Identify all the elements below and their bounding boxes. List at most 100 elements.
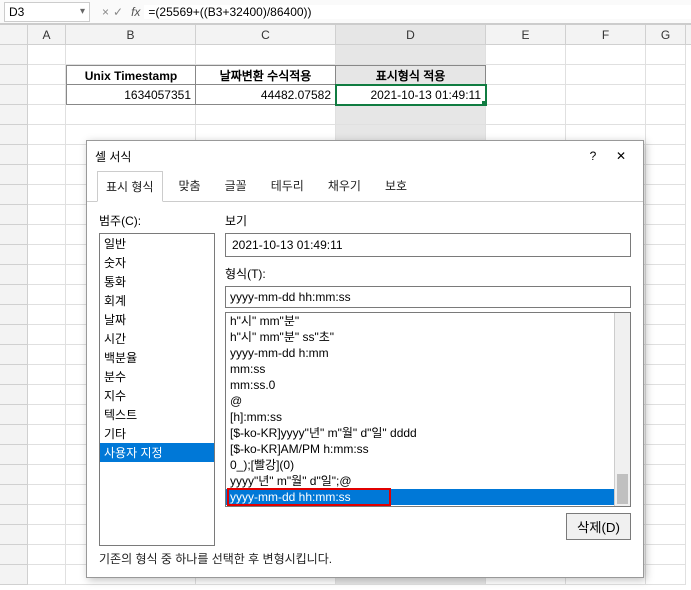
cell[interactable] <box>28 325 66 345</box>
col-header-G[interactable]: G <box>646 25 686 44</box>
name-box[interactable]: D3 ▾ <box>4 2 90 22</box>
cell[interactable] <box>28 345 66 365</box>
cell[interactable] <box>28 445 66 465</box>
cell[interactable] <box>28 45 66 65</box>
format-list[interactable]: h"시" mm"분"h"시" mm"분" ss"초"yyyy-mm-dd h:m… <box>225 312 631 507</box>
col-header-F[interactable]: F <box>566 25 646 44</box>
cell[interactable] <box>28 465 66 485</box>
format-list-item[interactable]: yyyy"년" m"월" d"일";@ <box>226 473 630 489</box>
category-item[interactable]: 일반 <box>100 234 214 253</box>
cell[interactable] <box>28 85 66 105</box>
col-header-B[interactable]: B <box>66 25 196 44</box>
cell[interactable] <box>28 225 66 245</box>
category-item[interactable]: 지수 <box>100 386 214 405</box>
row-header[interactable] <box>0 245 28 265</box>
cell[interactable] <box>646 265 686 285</box>
cell[interactable] <box>28 405 66 425</box>
cell[interactable]: 날짜변환 수식적용 <box>196 65 336 85</box>
cell[interactable] <box>486 65 566 85</box>
cell[interactable] <box>566 85 646 105</box>
cell[interactable] <box>28 505 66 525</box>
dialog-titlebar[interactable]: 셀 서식 ? ✕ <box>87 141 643 171</box>
cell[interactable] <box>646 225 686 245</box>
format-input[interactable] <box>225 286 631 308</box>
tab-3[interactable]: 테두리 <box>263 171 312 201</box>
category-item[interactable]: 회계 <box>100 291 214 310</box>
row-header[interactable] <box>0 65 28 85</box>
format-list-item[interactable]: yyyy-mm-dd h:mm <box>226 345 630 361</box>
row-header[interactable] <box>0 485 28 505</box>
cell[interactable] <box>28 245 66 265</box>
format-list-item[interactable]: mm:ss.0 <box>226 377 630 393</box>
category-item[interactable]: 백분율 <box>100 348 214 367</box>
cell[interactable] <box>566 45 646 65</box>
cell[interactable]: 표시형식 적용 <box>336 65 486 85</box>
cell[interactable] <box>196 45 336 65</box>
cell[interactable] <box>28 265 66 285</box>
format-list-item[interactable]: [$-ko-KR]yyyy"년" m"월" d"일" dddd <box>226 425 630 441</box>
format-list-item[interactable]: [$-ko-KR]AM/PM h:mm:ss <box>226 441 630 457</box>
format-list-item[interactable]: h"시" mm"분" <box>226 313 630 329</box>
tab-4[interactable]: 채우기 <box>320 171 369 201</box>
cell[interactable] <box>486 45 566 65</box>
cell[interactable] <box>646 545 686 565</box>
format-list-item[interactable]: 0_);[빨강](0) <box>226 457 630 473</box>
cell[interactable] <box>646 45 686 65</box>
cell[interactable] <box>28 285 66 305</box>
format-list-item[interactable]: h"시" mm"분" ss"초" <box>226 329 630 345</box>
row-header[interactable] <box>0 465 28 485</box>
cell[interactable] <box>646 465 686 485</box>
category-item[interactable]: 기타 <box>100 424 214 443</box>
format-list-item[interactable]: mm:ss <box>226 361 630 377</box>
cell[interactable] <box>28 145 66 165</box>
row-header[interactable] <box>0 305 28 325</box>
tab-1[interactable]: 맞춤 <box>171 171 209 201</box>
cell[interactable] <box>646 205 686 225</box>
formula-input[interactable]: =(25569+((B3+32400)/86400)) <box>144 5 691 19</box>
category-item[interactable]: 사용자 지정 <box>100 443 214 462</box>
scrollbar-vertical[interactable] <box>614 313 630 506</box>
cell[interactable] <box>646 125 686 145</box>
cell[interactable] <box>28 385 66 405</box>
category-item[interactable]: 분수 <box>100 367 214 386</box>
cell[interactable] <box>646 145 686 165</box>
close-icon[interactable]: ✕ <box>607 142 635 170</box>
cell[interactable] <box>646 285 686 305</box>
col-header-E[interactable]: E <box>486 25 566 44</box>
row-header[interactable] <box>0 505 28 525</box>
row-header[interactable] <box>0 345 28 365</box>
cell[interactable] <box>28 105 66 125</box>
tab-0[interactable]: 표시 형식 <box>97 171 163 202</box>
cell[interactable] <box>646 485 686 505</box>
cell[interactable] <box>646 165 686 185</box>
cell[interactable] <box>646 505 686 525</box>
cell[interactable] <box>28 305 66 325</box>
category-item[interactable]: 텍스트 <box>100 405 214 424</box>
delete-button[interactable]: 삭제(D) <box>566 513 631 540</box>
cell[interactable] <box>646 385 686 405</box>
col-header-A[interactable]: A <box>28 25 66 44</box>
cell[interactable] <box>646 445 686 465</box>
cell[interactable] <box>28 185 66 205</box>
cell[interactable] <box>646 365 686 385</box>
category-list[interactable]: 일반숫자통화회계날짜시간백분율분수지수텍스트기타사용자 지정 <box>99 233 215 546</box>
cell[interactable] <box>646 85 686 105</box>
cell[interactable] <box>196 105 336 125</box>
cell[interactable] <box>28 545 66 565</box>
cell[interactable]: Unix Timestamp <box>66 65 196 85</box>
enter-icon[interactable]: ✓ <box>113 5 123 19</box>
row-header[interactable] <box>0 225 28 245</box>
row-header[interactable] <box>0 125 28 145</box>
cell[interactable] <box>646 65 686 85</box>
cell[interactable] <box>336 45 486 65</box>
cell[interactable] <box>66 45 196 65</box>
cancel-icon[interactable]: × <box>102 5 109 19</box>
cell[interactable] <box>336 105 486 125</box>
cell[interactable]: 1634057351 <box>66 85 196 105</box>
row-header[interactable] <box>0 565 28 585</box>
row-header[interactable] <box>0 445 28 465</box>
cell[interactable] <box>646 325 686 345</box>
cell[interactable] <box>566 105 646 125</box>
cell[interactable] <box>28 425 66 445</box>
cell[interactable] <box>28 165 66 185</box>
